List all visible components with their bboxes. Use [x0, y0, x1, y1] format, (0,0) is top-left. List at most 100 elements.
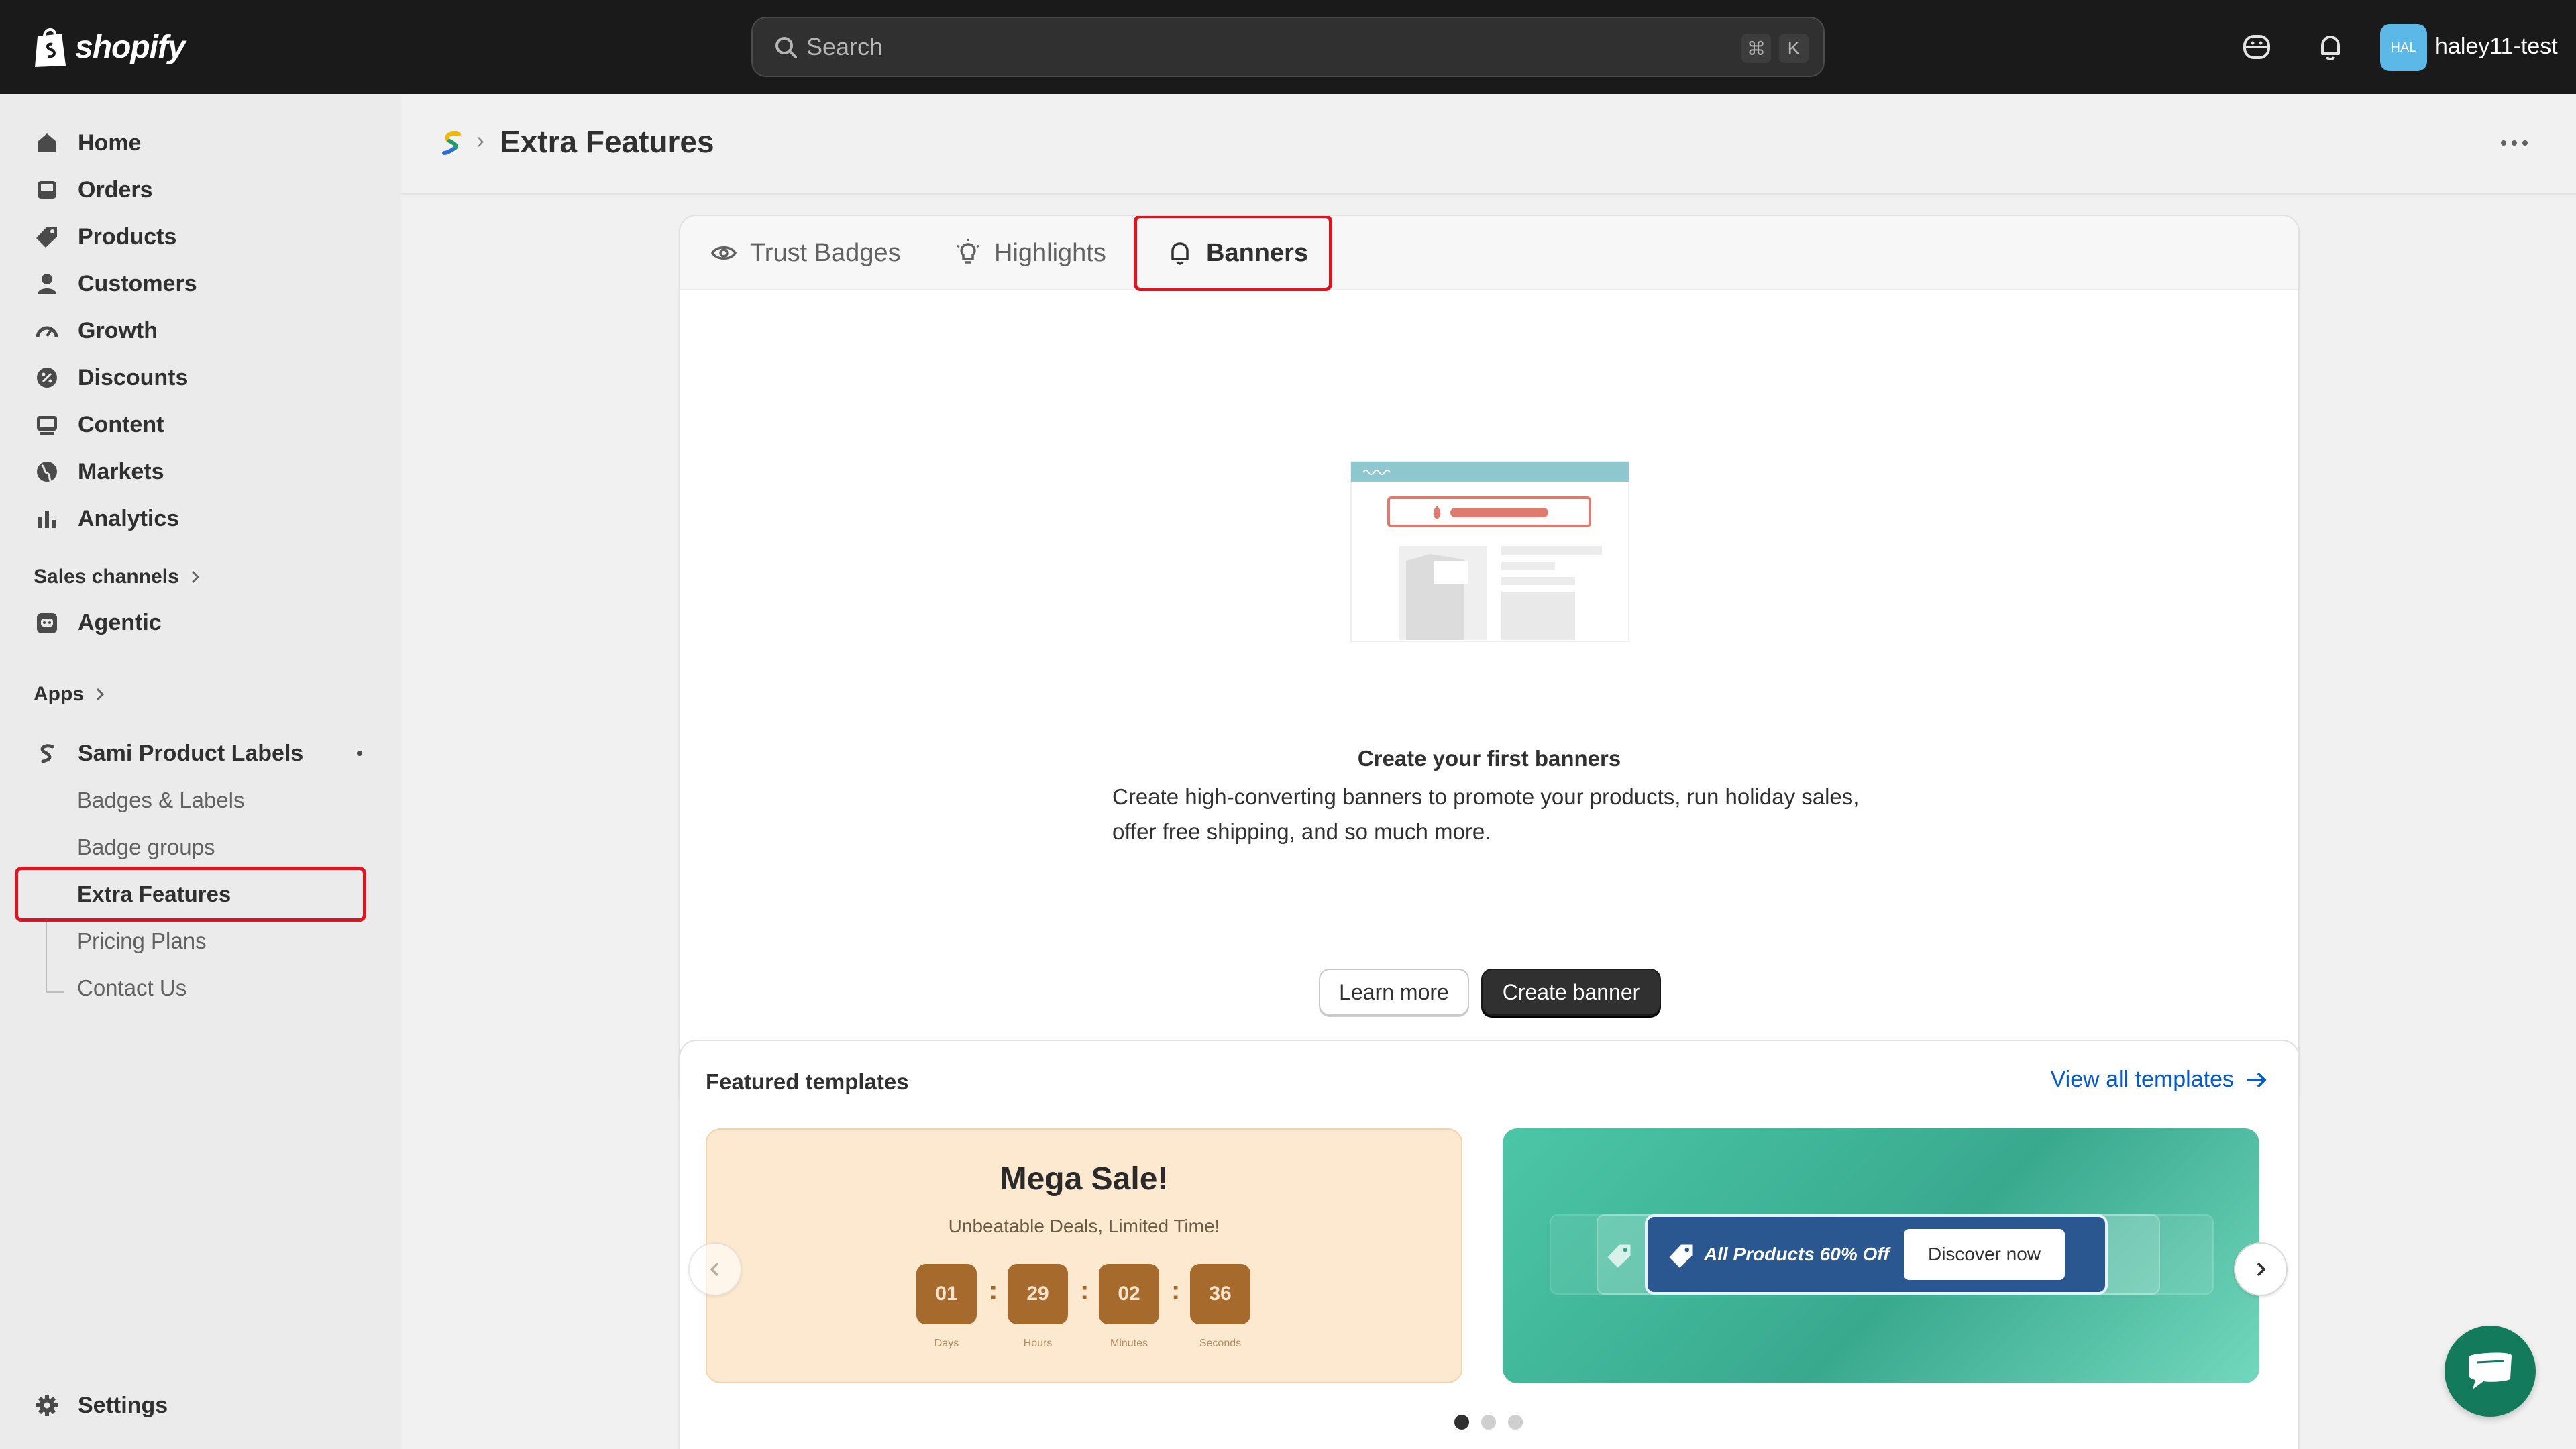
gear-icon — [36, 1395, 58, 1416]
sidebar-item-label: Markets — [78, 458, 164, 484]
template-discount-ticket[interactable]: All Products 60% Off Discover now — [1503, 1128, 2259, 1383]
avatar[interactable]: HAL — [2380, 24, 2427, 71]
more-actions-icon[interactable] — [2501, 133, 2541, 153]
app-subitem-badges-labels[interactable]: Badges & Labels — [77, 788, 245, 813]
sidebar-item-label: Growth — [78, 317, 158, 343]
store-name[interactable]: haley11-test — [2435, 34, 2558, 60]
tab-trust-badges[interactable]: Trust Badges — [710, 216, 901, 290]
highlight-box-banners-tab — [1134, 216, 1332, 291]
tab-bar: Trust Badges Highlights Banners — [680, 216, 2298, 290]
carousel-dot[interactable] — [1454, 1415, 1469, 1430]
search-bar[interactable]: Search ⌘ K — [751, 17, 1825, 77]
sidebar-item-label: Sami Product Labels — [78, 740, 304, 766]
featured-templates-title: Featured templates — [706, 1069, 909, 1094]
breadcrumb-separator: › — [476, 126, 484, 154]
page-title: Extra Features — [500, 124, 714, 159]
learn-more-button[interactable]: Learn more — [1319, 969, 1469, 1016]
sidebar-item-discounts[interactable]: Discounts — [34, 358, 188, 398]
tag-icon — [36, 227, 57, 248]
k-key: K — [1779, 34, 1809, 63]
content-icon — [37, 416, 57, 435]
countdown-hours: 29 — [1008, 1264, 1068, 1324]
globe-icon — [37, 462, 57, 482]
carousel-pagination — [1454, 1415, 1523, 1430]
tab-label: Trust Badges — [750, 238, 901, 267]
tag-icon — [1669, 1244, 1693, 1268]
banner-illustration — [1350, 461, 1629, 642]
shopify-logo[interactable]: shopify — [32, 23, 186, 71]
logo-text: shopify — [75, 29, 186, 65]
create-banner-button[interactable]: Create banner — [1481, 969, 1661, 1016]
sidebar-item-label: Discounts — [78, 364, 189, 390]
discount-icon — [37, 368, 57, 388]
sidebar-item-products[interactable]: Products — [34, 217, 176, 257]
app-subitem-pricing-plans[interactable]: Pricing Plans — [77, 928, 207, 954]
sidekick-icon[interactable] — [2241, 31, 2273, 63]
countdown-label: Seconds — [1199, 1338, 1242, 1349]
apps-label: Apps — [34, 683, 84, 705]
sales-channels-label: Sales channels — [34, 566, 179, 588]
arrow-right-icon — [2247, 1072, 2267, 1087]
carousel-dot[interactable] — [1481, 1415, 1496, 1430]
chart-icon — [38, 511, 56, 528]
lightbulb-icon — [957, 239, 979, 264]
view-all-templates-link[interactable]: View all templates — [2051, 1067, 2269, 1093]
bell-icon[interactable] — [2314, 31, 2347, 63]
tree-arrow-icon — [46, 979, 64, 993]
sidebar-item-home[interactable]: Home — [34, 123, 141, 163]
highlight-box-extra-features — [15, 867, 366, 922]
apps-header[interactable]: Apps — [34, 683, 105, 706]
sales-channels-header[interactable]: Sales channels — [34, 566, 201, 588]
search-icon — [775, 37, 797, 58]
chat-button[interactable] — [2445, 1326, 2536, 1417]
sidebar-item-agentic[interactable]: Agentic — [34, 602, 162, 643]
template-headline: Mega Sale! — [1000, 1161, 1169, 1197]
inbox-icon — [38, 181, 56, 199]
tab-highlights[interactable]: Highlights — [954, 216, 1106, 290]
sidebar-item-customers[interactable]: Customers — [34, 264, 197, 304]
chevron-right-icon — [191, 570, 199, 584]
empty-state-title: Create your first banners — [1357, 746, 1621, 771]
robot-icon — [37, 613, 57, 633]
gauge-icon — [36, 326, 58, 338]
ticket-text: All Products 60% Off — [1704, 1244, 1890, 1265]
sidebar-item-label: Analytics — [78, 505, 180, 531]
sidebar-item-label: Settings — [78, 1392, 168, 1418]
sidebar-item-settings[interactable]: Settings — [34, 1385, 168, 1426]
sidebar-item-analytics[interactable]: Analytics — [34, 498, 179, 539]
sidebar-item-sami-product-labels[interactable]: Sami Product Labels — [34, 733, 363, 773]
countdown-days: 01 — [916, 1264, 977, 1324]
pin-dot-icon[interactable] — [357, 751, 363, 756]
countdown-label: Days — [934, 1338, 959, 1349]
template-mega-sale[interactable]: Mega Sale! Unbeatable Deals, Limited Tim… — [706, 1128, 1462, 1383]
sidebar-item-markets[interactable]: Markets — [34, 451, 164, 492]
sidebar-item-label: Products — [78, 223, 177, 250]
sami-app-icon — [40, 744, 54, 763]
sidebar-item-orders[interactable]: Orders — [34, 170, 153, 210]
sidebar-item-content[interactable]: Content — [34, 405, 164, 445]
sidebar-item-label: Orders — [78, 176, 153, 203]
command-key: ⌘ — [1741, 34, 1771, 63]
chevron-right-icon — [2257, 1262, 2266, 1277]
search-placeholder: Search — [806, 33, 883, 60]
countdown-seconds: 36 — [1190, 1264, 1250, 1324]
sidebar-item-growth[interactable]: Growth — [34, 311, 158, 351]
chevron-left-icon — [710, 1262, 719, 1277]
countdown-label: Hours — [1023, 1338, 1053, 1349]
eye-icon — [711, 246, 737, 260]
countdown-minutes: 02 — [1099, 1264, 1159, 1324]
carousel-prev-button[interactable] — [688, 1242, 742, 1296]
ghost-ticket — [2093, 1214, 2214, 1295]
carousel-dot[interactable] — [1508, 1415, 1523, 1430]
carousel-next-button[interactable] — [2234, 1242, 2288, 1296]
app-subitem-contact-us[interactable]: Contact Us — [77, 975, 186, 1001]
ticket-banner: All Products 60% Off Discover now — [1645, 1214, 2108, 1295]
person-icon — [38, 274, 56, 294]
discover-now-button[interactable]: Discover now — [1904, 1229, 2065, 1280]
tab-label: Highlights — [994, 238, 1106, 267]
tag-icon — [1607, 1244, 1631, 1268]
countdown-separator: : — [989, 1276, 998, 1305]
app-subitem-badge-groups[interactable]: Badge groups — [77, 835, 215, 860]
sidebar-item-label: Customers — [78, 270, 197, 297]
sami-app-icon[interactable] — [439, 129, 466, 158]
